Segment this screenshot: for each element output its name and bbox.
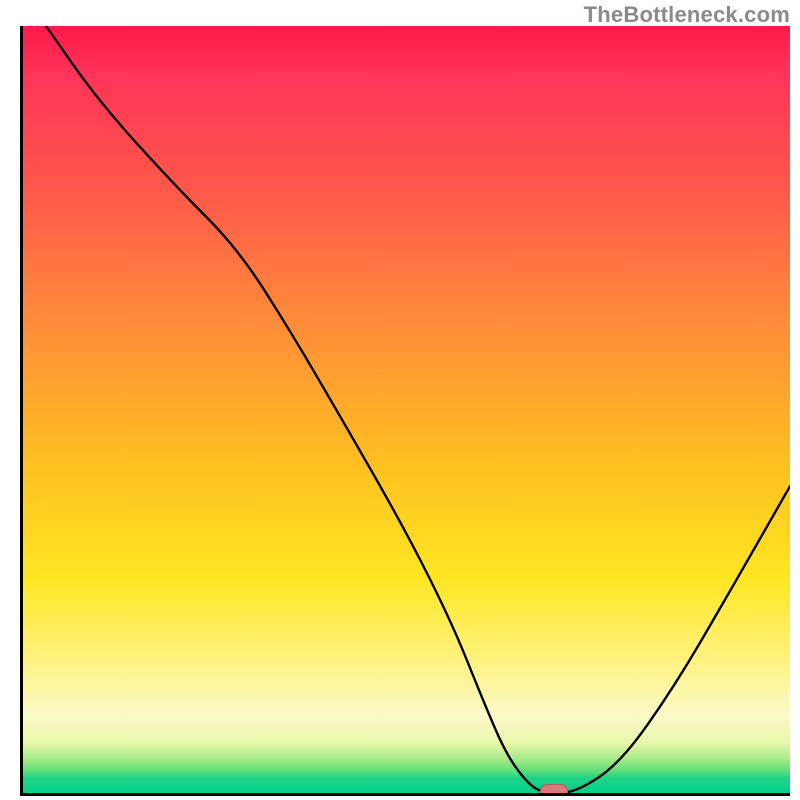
optimal-marker xyxy=(540,784,568,796)
chart-frame: TheBottleneck.com xyxy=(0,0,800,800)
watermark-text: TheBottleneck.com xyxy=(584,2,790,28)
bottleneck-curve xyxy=(23,26,790,793)
plot-area xyxy=(20,26,790,796)
